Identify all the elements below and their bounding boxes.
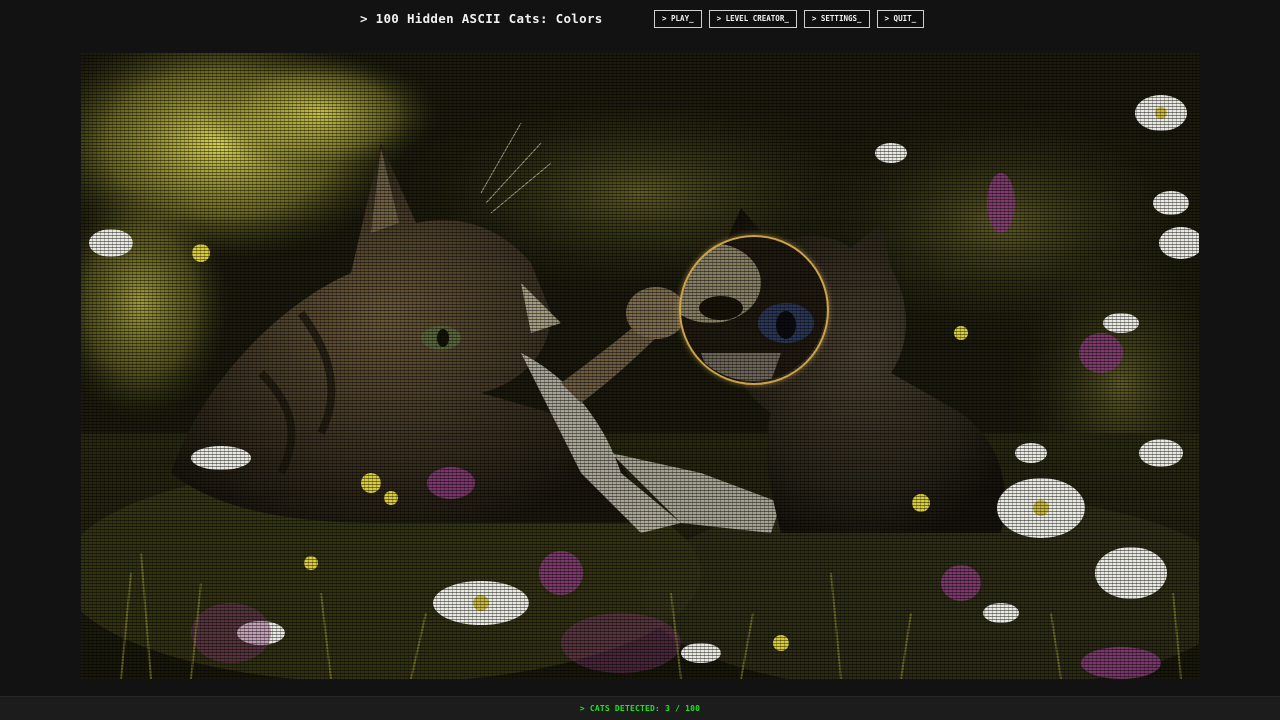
- magnifier-lens-icon[interactable]: [679, 235, 829, 385]
- quit-button[interactable]: > QUIT_: [876, 10, 925, 28]
- game-title: > 100 Hidden ASCII Cats: Colors: [360, 11, 603, 26]
- cats-detected-counter: > CATS DETECTED: 3 / 100: [579, 704, 701, 713]
- settings-button[interactable]: > SETTINGS_: [803, 10, 870, 28]
- top-bar: > 100 Hidden ASCII Cats: Colors > PLAY_ …: [0, 0, 1280, 40]
- cat-meadow-scene[interactable]: [81, 53, 1199, 679]
- ascii-art-canvas[interactable]: [81, 53, 1199, 679]
- main-menu: > PLAY_ > LEVEL CREATOR_ > SETTINGS_ > Q…: [654, 10, 925, 28]
- status-bar: > CATS DETECTED: 3 / 100: [0, 696, 1280, 720]
- level-creator-button[interactable]: > LEVEL CREATOR_: [708, 10, 797, 28]
- play-button[interactable]: > PLAY_: [654, 10, 702, 28]
